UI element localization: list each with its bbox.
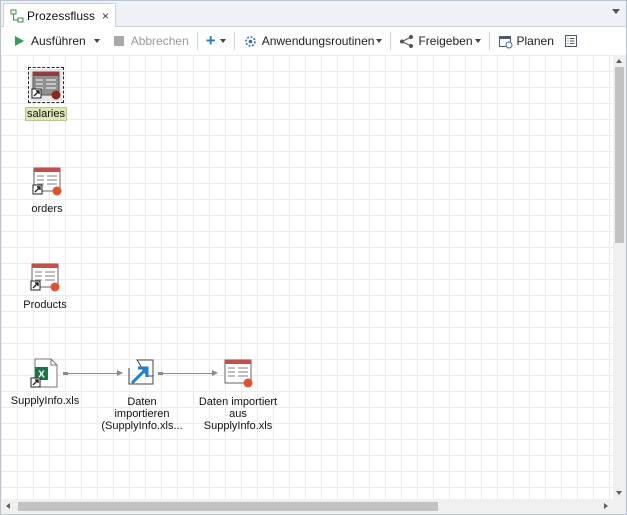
node-import-data[interactable]: Daten importieren (SupplyInfo.xls... xyxy=(97,357,187,432)
share-label: Freigeben xyxy=(418,34,473,48)
toolbar: Ausführen Abbrechen + Anwendungsroutinen xyxy=(1,28,626,54)
add-button[interactable]: + xyxy=(203,30,229,52)
tab-bar: Prozessfluss × xyxy=(1,1,626,27)
node-label-line: importieren xyxy=(114,408,170,420)
vertical-scroll-thumb[interactable] xyxy=(615,67,624,243)
scroll-down-arrow-icon[interactable] xyxy=(616,491,622,495)
share-button[interactable]: Freigeben xyxy=(396,30,483,52)
toolbar-separator xyxy=(488,32,490,50)
node-label-line: aus xyxy=(229,408,247,420)
play-icon xyxy=(12,34,26,48)
scrollbar-corner xyxy=(613,499,626,514)
horizontal-scrollbar[interactable] xyxy=(1,499,613,514)
schedule-label: Planen xyxy=(516,34,554,48)
node-label: salaries xyxy=(25,107,67,121)
routines-icon xyxy=(243,34,257,48)
excel-file-icon: X xyxy=(29,357,61,389)
sas-table-icon xyxy=(222,357,254,389)
add-dropdown-chevron-icon[interactable] xyxy=(219,39,226,43)
sas-table-icon xyxy=(31,165,63,197)
tab-close-button[interactable]: × xyxy=(102,9,109,23)
calendar-icon xyxy=(498,34,512,49)
scroll-up-arrow-icon[interactable] xyxy=(616,59,622,63)
tab-label: Prozessfluss xyxy=(27,8,96,23)
properties-list-icon xyxy=(564,34,578,48)
node-label-line: SupplyInfo.xls xyxy=(203,420,273,432)
routines-dropdown-chevron-icon[interactable] xyxy=(376,39,383,43)
run-label: Ausführen xyxy=(31,34,86,48)
routines-button[interactable]: Anwendungsroutinen xyxy=(240,30,386,52)
tab-prozessfluss[interactable]: Prozessfluss × xyxy=(3,3,116,27)
vertical-scrollbar[interactable] xyxy=(613,55,626,499)
node-products[interactable]: Products xyxy=(21,261,69,311)
process-flow-icon xyxy=(10,9,24,23)
share-icon xyxy=(399,34,414,48)
node-label: orders xyxy=(31,203,63,215)
process-flow-window: Prozessfluss × Ausführen Abbrechen + Anw… xyxy=(0,0,627,515)
node-orders[interactable]: orders xyxy=(25,165,69,215)
toolbar-separator xyxy=(233,32,235,50)
sas-table-icon xyxy=(28,67,64,103)
node-label: Products xyxy=(23,299,67,311)
add-icon: + xyxy=(205,31,216,50)
toolbar-separator xyxy=(196,32,198,50)
scroll-left-arrow-icon[interactable] xyxy=(6,503,10,509)
run-dropdown-chevron-icon[interactable] xyxy=(93,39,100,43)
node-label: Daten importiert aus SupplyInfo.xls xyxy=(199,396,277,432)
scroll-right-arrow-icon[interactable] xyxy=(604,503,608,509)
node-label: Daten importieren (SupplyInfo.xls... xyxy=(101,396,182,432)
node-supplyinfo[interactable]: X SupplyInfo.xls xyxy=(7,357,83,407)
node-label: SupplyInfo.xls xyxy=(10,395,80,407)
schedule-button[interactable]: Planen xyxy=(495,30,557,52)
run-button[interactable]: Ausführen xyxy=(9,30,103,52)
node-imported-data[interactable]: Daten importiert aus SupplyInfo.xls xyxy=(191,357,285,432)
properties-button[interactable] xyxy=(561,30,586,52)
node-label-line: (SupplyInfo.xls... xyxy=(101,420,183,432)
toolbar-separator xyxy=(390,32,392,50)
routines-label: Anwendungsroutinen xyxy=(261,34,375,48)
node-salaries[interactable]: salaries xyxy=(23,67,69,121)
import-data-icon xyxy=(126,357,158,389)
stop-button[interactable]: Abbrechen xyxy=(109,30,192,52)
share-dropdown-chevron-icon[interactable] xyxy=(474,39,481,43)
node-label-line: Daten xyxy=(127,396,157,408)
sas-table-icon xyxy=(29,261,61,293)
process-flow-canvas[interactable]: salaries orders Products X SupplyInfo.xl… xyxy=(1,55,613,499)
tab-menu-chevron-icon[interactable] xyxy=(612,9,620,14)
horizontal-scroll-thumb[interactable] xyxy=(18,502,438,511)
stop-icon xyxy=(112,34,126,48)
stop-label: Abbrechen xyxy=(130,34,189,48)
node-label-line: Daten importiert xyxy=(198,396,278,408)
